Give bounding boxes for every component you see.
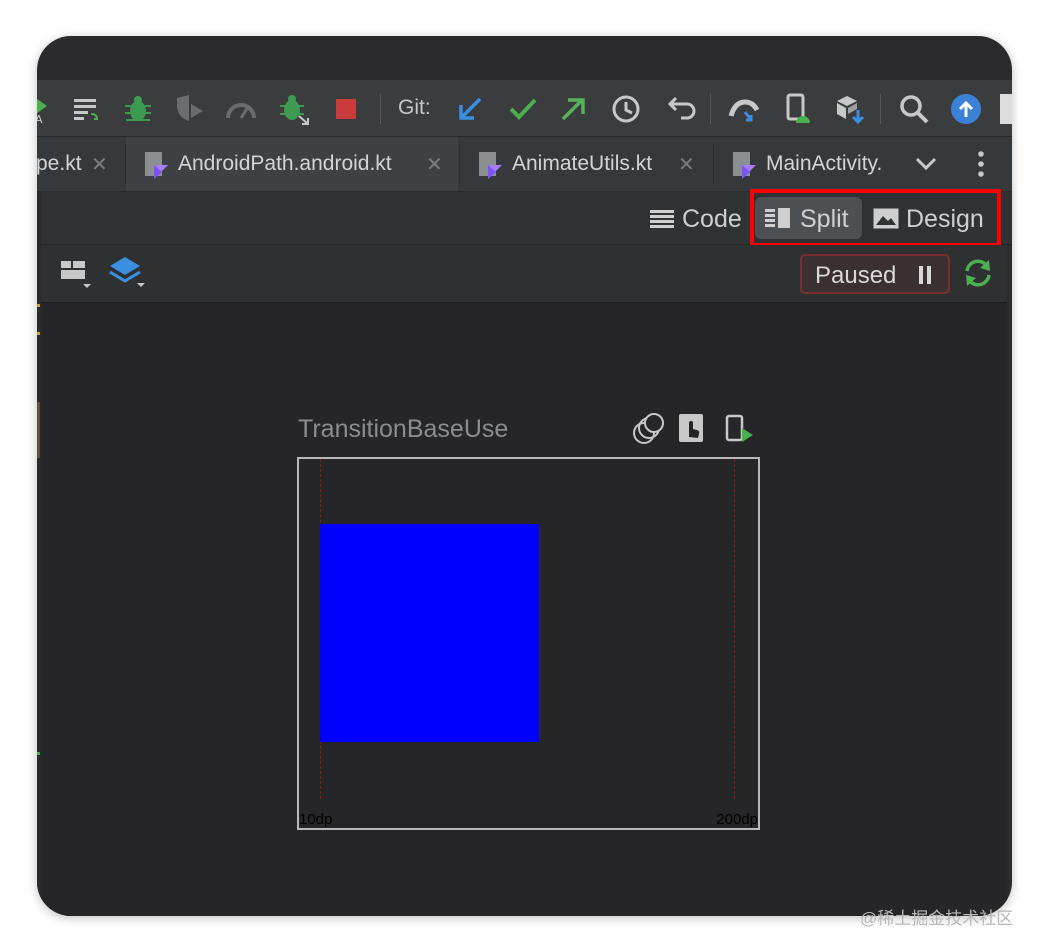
layers-icon[interactable] xyxy=(109,255,145,291)
toolbar-separator xyxy=(380,94,381,124)
animation-paused-button[interactable]: Paused xyxy=(800,254,950,294)
git-rollback-icon[interactable] xyxy=(662,92,696,126)
pause-icon xyxy=(919,266,931,284)
git-label: Git: xyxy=(398,96,431,119)
design-surface-icon[interactable] xyxy=(61,259,91,289)
preview-title: TransitionBaseUse xyxy=(298,415,509,443)
stop-icon[interactable] xyxy=(329,92,363,126)
ide-window: A Git: pe.kt ✕ AndroidPath.android.kt ✕ … xyxy=(37,36,1012,916)
tab-mainactivity[interactable]: MainActivity. xyxy=(714,137,904,191)
sdk-manager-icon[interactable] xyxy=(833,92,867,126)
code-lines-icon xyxy=(650,210,674,228)
kotlin-file-icon xyxy=(479,152,502,179)
tab-animateutils-kt[interactable]: AnimateUtils.kt ✕ xyxy=(460,137,712,191)
toolbar-separator xyxy=(880,94,881,124)
design-canvas[interactable]: TransitionBaseUse 10dp 200dp xyxy=(41,303,1007,916)
kotlin-file-icon xyxy=(733,152,756,179)
refresh-icon[interactable] xyxy=(963,258,993,288)
toolbar-separator xyxy=(710,94,711,124)
kotlin-file-icon xyxy=(145,152,168,179)
close-icon[interactable]: ✕ xyxy=(91,152,108,177)
debug-icon[interactable] xyxy=(121,92,155,126)
tab-label: MainActivity. xyxy=(766,152,883,175)
toolbar-overflow xyxy=(1000,94,1012,124)
search-icon[interactable] xyxy=(897,92,931,126)
attach-debugger-icon[interactable] xyxy=(277,92,311,126)
tab-androidpath-android-kt[interactable]: AndroidPath.android.kt ✕ xyxy=(126,137,458,191)
main-toolbar: A Git: xyxy=(37,80,1012,137)
profile-icon[interactable] xyxy=(224,92,258,126)
run-coverage-icon[interactable] xyxy=(172,92,206,126)
code-mode-button[interactable]: Code xyxy=(645,197,747,239)
update-icon[interactable] xyxy=(949,92,983,126)
animation-preview-icon[interactable] xyxy=(632,413,664,445)
layout-editor-toolbar: Paused xyxy=(41,245,1007,303)
git-push-icon[interactable] xyxy=(556,92,590,126)
watermark: @稀土掘金技术社区 xyxy=(860,909,1014,928)
tab-label: AnimateUtils.kt xyxy=(512,152,653,175)
code-mode-label: Code xyxy=(682,205,742,233)
editor-tab-bar: pe.kt ✕ AndroidPath.android.kt ✕ Animate… xyxy=(37,137,1012,192)
blue-view[interactable] xyxy=(320,524,539,742)
chevron-down-icon[interactable] xyxy=(914,153,938,175)
git-commit-icon[interactable] xyxy=(506,92,540,126)
guideline-200dp xyxy=(734,459,735,799)
build-variants-icon[interactable] xyxy=(71,92,105,126)
guide-label-200dp: 200dp xyxy=(716,811,758,828)
annotation-highlight-box xyxy=(750,189,1001,247)
more-options-icon[interactable] xyxy=(975,149,987,179)
git-history-icon[interactable] xyxy=(609,92,643,126)
paused-label: Paused xyxy=(815,262,897,289)
device-mirror-icon[interactable] xyxy=(781,92,815,126)
device-manager-icon[interactable] xyxy=(727,92,761,126)
tab-label: AndroidPath.android.kt xyxy=(178,152,392,175)
svg-text:A: A xyxy=(37,113,43,126)
tab-label: pe.kt xyxy=(37,152,82,175)
close-icon[interactable]: ✕ xyxy=(678,152,695,177)
close-icon[interactable]: ✕ xyxy=(426,152,443,177)
git-update-icon[interactable] xyxy=(453,92,487,126)
tab-pe-kt[interactable]: pe.kt ✕ xyxy=(37,137,125,191)
guide-label-10dp: 10dp xyxy=(299,811,333,828)
interactive-mode-icon[interactable] xyxy=(678,413,706,445)
run-on-device-icon[interactable] xyxy=(725,413,755,445)
preview-frame[interactable]: 10dp 200dp xyxy=(297,457,760,830)
run-icon[interactable]: A xyxy=(37,92,65,126)
